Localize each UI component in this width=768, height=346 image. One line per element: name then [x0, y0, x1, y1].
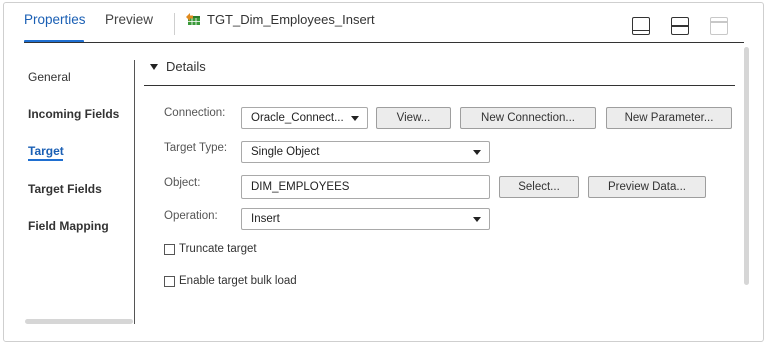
target-type-label: Target Type:	[164, 142, 228, 154]
properties-panel: Properties Preview TGT_Dim_Employees_Ins…	[3, 2, 764, 342]
nav-divider	[134, 60, 135, 324]
details-title: Details	[166, 59, 206, 74]
preview-data-button[interactable]: Preview Data...	[588, 176, 706, 198]
bulk-load-option[interactable]: Enable target bulk load	[164, 275, 297, 287]
nav-active-indicator	[28, 159, 63, 161]
tab-properties[interactable]: Properties	[24, 12, 86, 27]
dropdown-arrow-icon	[473, 150, 481, 155]
select-object-button[interactable]: Select...	[499, 176, 579, 198]
bulk-load-label: Enable target bulk load	[179, 275, 297, 287]
object-value: DIM_EMPLOYEES	[251, 181, 350, 193]
dropdown-arrow-icon	[473, 217, 481, 222]
nav-item-incoming-fields[interactable]: Incoming Fields	[28, 107, 119, 121]
object-title: TGT_Dim_Employees_Insert	[186, 12, 375, 27]
connection-label: Connection:	[164, 107, 226, 119]
details-divider	[144, 85, 735, 86]
nav-item-target[interactable]: Target	[28, 144, 64, 158]
panel-bottom-layout-icon[interactable]	[632, 17, 650, 35]
object-title-text: TGT_Dim_Employees_Insert	[207, 12, 375, 27]
panel-top-layout-icon[interactable]	[710, 17, 728, 35]
details-section-toggle[interactable]: Details	[150, 59, 206, 74]
truncate-target-label: Truncate target	[179, 243, 257, 255]
connection-value: Oracle_Connect...	[251, 112, 344, 124]
vertical-scrollbar[interactable]	[744, 47, 749, 285]
layout-toggle-group	[632, 17, 728, 35]
operation-label: Operation:	[164, 210, 218, 222]
target-table-icon	[186, 13, 201, 26]
target-type-value: Single Object	[251, 146, 320, 158]
dropdown-arrow-icon	[351, 116, 359, 121]
new-connection-button[interactable]: New Connection...	[460, 107, 596, 129]
header-divider-line	[24, 42, 744, 43]
target-type-select[interactable]: Single Object	[241, 141, 490, 163]
view-connection-button[interactable]: View...	[376, 107, 451, 129]
truncate-target-option[interactable]: Truncate target	[164, 243, 257, 255]
caret-down-icon	[150, 63, 158, 70]
operation-select[interactable]: Insert	[241, 208, 490, 230]
header-divider	[174, 13, 175, 35]
connection-select[interactable]: Oracle_Connect...	[241, 107, 368, 129]
truncate-target-checkbox[interactable]	[164, 243, 175, 255]
tab-preview[interactable]: Preview	[105, 12, 153, 27]
new-parameter-button[interactable]: New Parameter...	[606, 107, 732, 129]
operation-value: Insert	[251, 213, 280, 225]
nav-item-general[interactable]: General	[28, 70, 71, 84]
bulk-load-checkbox[interactable]	[164, 275, 175, 287]
object-label: Object:	[164, 177, 201, 189]
nav-item-field-mapping[interactable]: Field Mapping	[28, 219, 109, 233]
object-field[interactable]: DIM_EMPLOYEES	[241, 175, 490, 199]
panel-split-layout-icon[interactable]	[671, 17, 689, 35]
nav-horizontal-scrollbar[interactable]	[25, 319, 133, 324]
nav-item-target-fields[interactable]: Target Fields	[28, 182, 102, 196]
